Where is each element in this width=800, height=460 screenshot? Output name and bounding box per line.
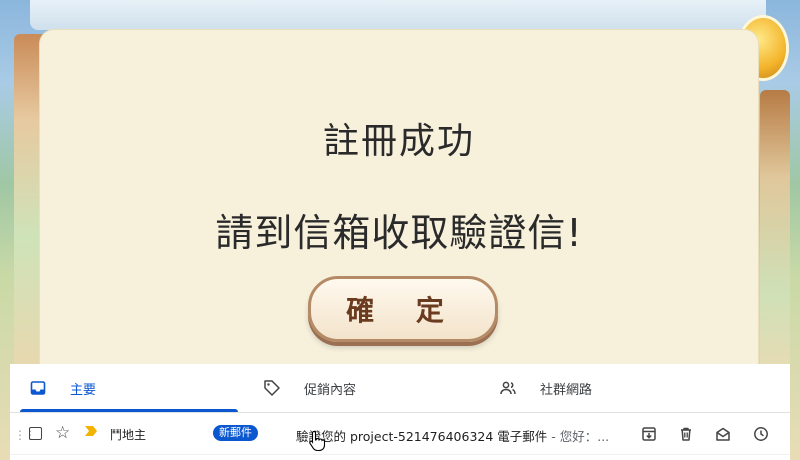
tabs-divider: [10, 412, 790, 413]
confirm-button[interactable]: 確 定: [308, 276, 498, 342]
archive-icon[interactable]: [639, 424, 659, 444]
tab-primary[interactable]: 主要: [28, 364, 96, 412]
email-sender: 鬥地主: [110, 428, 147, 442]
mail-panel: 主要 促銷內容 社群網路 ⋮⋮ ☆ 鬥地主 新郵件 驗證您的 project-5…: [10, 364, 790, 460]
email-row[interactable]: ⋮⋮ ☆ 鬥地主 新郵件 驗證您的 project-521476406324 電…: [10, 414, 790, 455]
email-snippet: - 您好：...: [547, 429, 610, 444]
important-marker-icon[interactable]: [84, 425, 98, 439]
select-checkbox[interactable]: [29, 427, 42, 440]
new-mail-badge: 新郵件: [213, 425, 258, 441]
tab-social[interactable]: 社群網路: [498, 364, 592, 412]
star-icon[interactable]: ☆: [55, 423, 70, 443]
mark-unread-icon[interactable]: [713, 424, 733, 444]
snooze-icon[interactable]: [751, 424, 771, 444]
delete-icon[interactable]: [676, 424, 696, 444]
email-subject: 驗證您的 project-521476406324 電子郵件: [296, 429, 548, 444]
tab-promotions[interactable]: 促銷內容: [262, 364, 356, 412]
email-subject-line[interactable]: 驗證您的 project-521476406324 電子郵件 - 您好：...: [296, 426, 609, 445]
dialog-title: 註冊成功: [322, 121, 475, 162]
game-top-frame: [30, 0, 766, 30]
people-icon: [498, 378, 518, 398]
inbox-icon: [28, 378, 48, 398]
registration-dialog: 註冊成功 請到信箱收取驗證信! 確 定: [40, 30, 758, 380]
tab-primary-label: 主要: [70, 382, 97, 398]
tab-social-label: 社群網路: [540, 382, 593, 398]
dialog-message: 請到信箱收取驗證信!: [215, 211, 583, 255]
mail-tabs: 主要 促銷內容 社群網路: [10, 364, 790, 414]
hand-cursor-icon: [308, 430, 326, 456]
game-right-panel: [760, 90, 790, 380]
tag-icon: [262, 378, 282, 398]
tab-promotions-label: 促銷內容: [304, 382, 357, 398]
